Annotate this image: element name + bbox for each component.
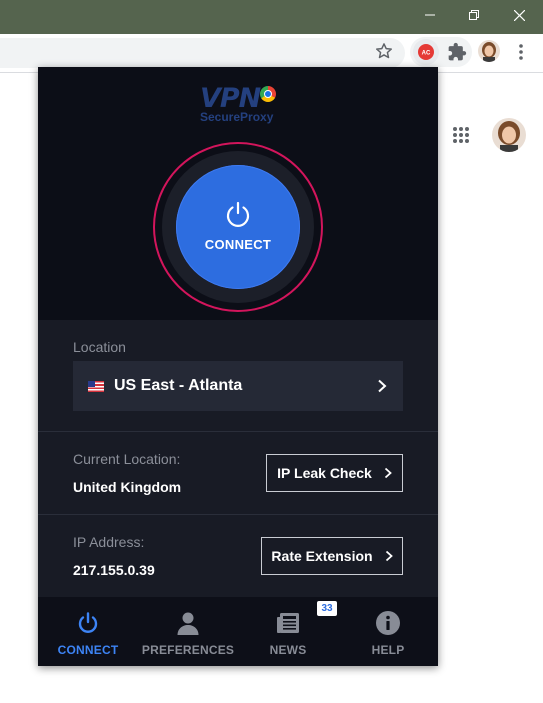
extensions-puzzle-icon[interactable]	[447, 42, 467, 62]
current-location-value: United Kingdom	[73, 479, 182, 495]
vpn-extension-button[interactable]: AC	[413, 39, 439, 65]
chevron-right-icon	[385, 550, 393, 562]
close-button[interactable]	[497, 0, 541, 30]
location-value: US East - Atlanta	[114, 377, 243, 394]
ip-address-value: 217.155.0.39	[73, 562, 155, 578]
vpn-extension-icon: AC	[418, 44, 434, 60]
minimize-button[interactable]	[408, 0, 452, 30]
bookmark-star-icon[interactable]	[374, 41, 394, 61]
account-avatar[interactable]	[492, 118, 526, 152]
vpn-logo: VPN SecureProxy	[198, 83, 288, 124]
address-bar[interactable]	[0, 38, 405, 68]
connect-label: CONNECT	[204, 236, 272, 252]
ip-leak-check-button[interactable]: IP Leak Check	[266, 454, 403, 492]
location-label: Location	[73, 339, 126, 355]
close-icon	[513, 9, 525, 21]
vpn-popup: VPN SecureProxy CONNECT Location US East…	[38, 67, 438, 666]
ip-address-section: IP Address: 217.155.0.39 Rate Extension	[38, 515, 438, 597]
info-icon	[376, 611, 400, 635]
restore-icon	[469, 10, 479, 20]
news-count-badge: 33	[317, 601, 337, 616]
connect-button[interactable]: CONNECT	[176, 165, 300, 289]
minimize-icon	[425, 14, 435, 16]
current-location-section: Current Location: United Kingdom IP Leak…	[38, 432, 438, 514]
restore-button[interactable]	[452, 0, 496, 30]
nav-preferences[interactable]: PREFERENCES	[138, 597, 238, 666]
bottom-nav: CONNECT PREFERENCES NEWS 33 HELP	[38, 597, 438, 666]
current-location-label: Current Location:	[73, 451, 181, 467]
rate-extension-label: Rate Extension	[271, 548, 373, 564]
newspaper-icon	[277, 613, 299, 633]
apps-grid-icon[interactable]	[452, 126, 470, 144]
nav-connect-label: CONNECT	[57, 643, 119, 657]
nav-preferences-label: PREFERENCES	[141, 643, 235, 657]
nav-connect[interactable]: CONNECT	[38, 597, 138, 666]
location-section: Location US East - Atlanta	[38, 320, 438, 431]
logo-subtext: SecureProxy	[200, 110, 274, 124]
browser-titlebar	[0, 0, 543, 34]
profile-avatar[interactable]	[478, 40, 500, 62]
chevron-right-icon	[378, 379, 387, 393]
user-icon	[177, 612, 199, 635]
rate-extension-button[interactable]: Rate Extension	[261, 537, 403, 575]
nav-help[interactable]: HELP	[338, 597, 438, 666]
power-icon	[226, 201, 250, 227]
us-flag-icon	[88, 380, 104, 392]
location-select[interactable]: US East - Atlanta	[73, 361, 403, 411]
chevron-right-icon	[384, 467, 392, 479]
ip-address-label: IP Address:	[73, 534, 145, 550]
connect-hero: VPN SecureProxy CONNECT	[38, 67, 438, 320]
ip-leak-check-label: IP Leak Check	[277, 465, 372, 481]
logo-badge-icon	[260, 86, 276, 102]
svg-text:AC: AC	[422, 51, 431, 57]
power-icon	[78, 612, 98, 633]
nav-news-label: NEWS	[269, 643, 307, 657]
nav-help-label: HELP	[371, 643, 405, 657]
browser-menu-icon[interactable]	[512, 42, 530, 62]
